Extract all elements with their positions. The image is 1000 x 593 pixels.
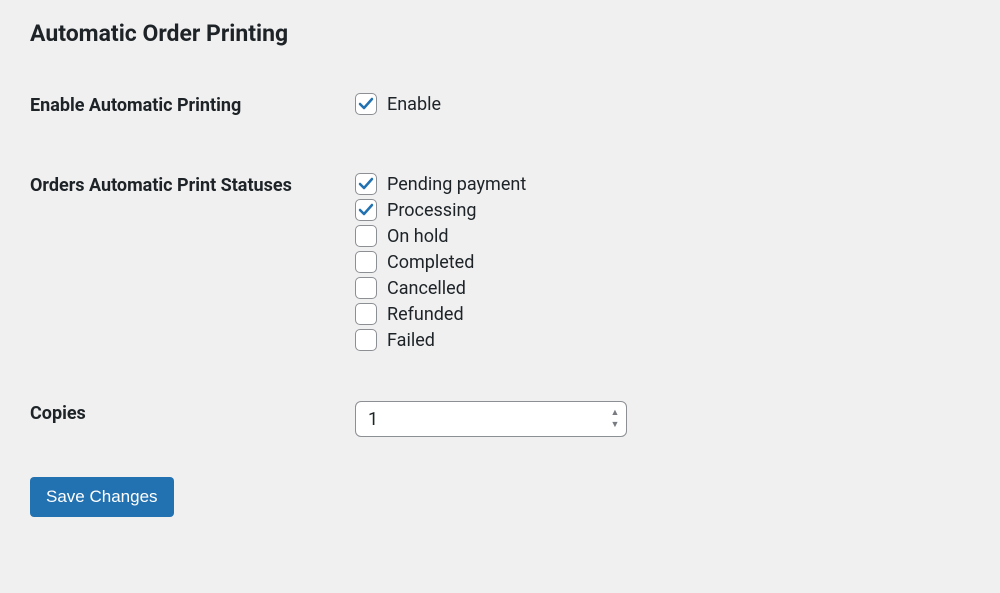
statuses-list: Pending payment Processing On hold Complete… xyxy=(355,173,970,355)
copies-label: Copies xyxy=(30,401,355,424)
save-changes-button[interactable]: Save Changes xyxy=(30,477,174,517)
status-checkbox[interactable] xyxy=(355,329,377,351)
status-checkbox[interactable] xyxy=(355,277,377,299)
row-copies: Copies 1 ▲ ▼ xyxy=(30,401,970,437)
status-checkbox[interactable] xyxy=(355,225,377,247)
check-icon xyxy=(358,176,374,192)
copies-input[interactable]: 1 ▲ ▼ xyxy=(355,401,627,437)
status-item: Completed xyxy=(355,251,970,273)
statuses-label: Orders Automatic Print Statuses xyxy=(30,173,355,196)
status-checkbox[interactable] xyxy=(355,251,377,273)
status-label: Failed xyxy=(387,330,435,351)
status-checkbox[interactable] xyxy=(355,199,377,221)
status-label: Processing xyxy=(387,200,477,221)
status-item: Cancelled xyxy=(355,277,970,299)
status-label: Pending payment xyxy=(387,174,526,195)
section-title: Automatic Order Printing xyxy=(30,20,970,47)
copies-stepper[interactable]: ▲ ▼ xyxy=(606,408,624,431)
enable-checkbox-line: Enable xyxy=(355,93,970,115)
enable-option-label: Enable xyxy=(387,94,441,115)
status-label: Cancelled xyxy=(387,278,466,299)
status-item: Processing xyxy=(355,199,970,221)
copies-value: 1 xyxy=(368,409,606,430)
status-checkbox[interactable] xyxy=(355,303,377,325)
status-label: Completed xyxy=(387,252,474,273)
chevron-down-icon[interactable]: ▼ xyxy=(606,420,624,431)
status-item: On hold xyxy=(355,225,970,247)
status-checkbox[interactable] xyxy=(355,173,377,195)
status-item: Refunded xyxy=(355,303,970,325)
row-enable-automatic-printing: Enable Automatic Printing Enable xyxy=(30,93,970,119)
check-icon xyxy=(358,96,374,112)
status-label: Refunded xyxy=(387,304,464,325)
status-item: Pending payment xyxy=(355,173,970,195)
status-item: Failed xyxy=(355,329,970,351)
enable-checkbox[interactable] xyxy=(355,93,377,115)
status-label: On hold xyxy=(387,226,449,247)
chevron-up-icon[interactable]: ▲ xyxy=(606,408,624,419)
row-print-statuses: Orders Automatic Print Statuses Pending … xyxy=(30,173,970,355)
check-icon xyxy=(358,202,374,218)
enable-label: Enable Automatic Printing xyxy=(30,93,355,116)
